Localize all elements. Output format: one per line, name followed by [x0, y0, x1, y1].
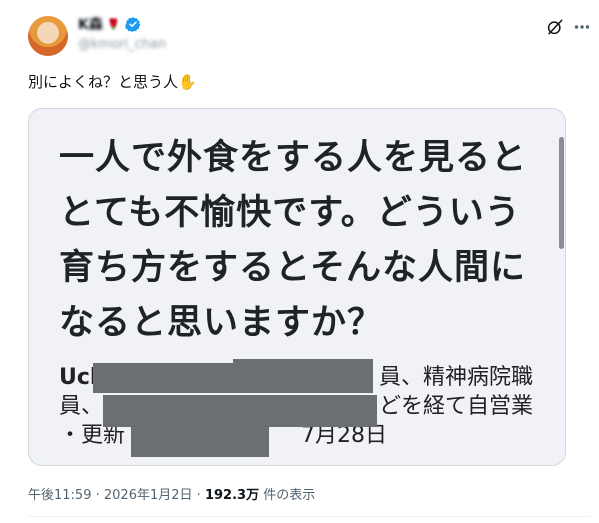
- card-headline: 一人で外食をする人を見ると とても不愉快です。どういう 育ち方をするとそんな人間…: [59, 131, 559, 351]
- rose-emoji: 🌹: [106, 17, 121, 31]
- post-time[interactable]: 午後11:59: [28, 488, 91, 503]
- author-handle[interactable]: @kmori_chan: [78, 37, 166, 52]
- view-count: 192.3万: [204, 488, 260, 503]
- card-scrollbar[interactable]: [559, 137, 564, 249]
- grok-icon[interactable]: [546, 18, 564, 36]
- headline-line: なると思いますか？: [59, 303, 384, 343]
- redaction-block: [131, 423, 269, 457]
- tweet-meta: 午後11:59 · 2026年1月2日 · 192.3万 件の表示: [28, 484, 315, 503]
- author-name-row[interactable]: K森 🌹: [78, 14, 141, 34]
- avatar[interactable]: [28, 16, 68, 56]
- embedded-image-card[interactable]: 一人で外食をする人を見ると とても不愉快です。どういう 育ち方をするとそんな人間…: [28, 108, 566, 466]
- view-count-label: 件の表示: [263, 488, 316, 503]
- headline-line: 一人で外食をする人を見ると: [59, 138, 528, 178]
- separator-dot: ·: [196, 488, 201, 503]
- tweet-body: 別によくね？と思う人: [28, 73, 179, 91]
- tweet: K森 🌹 @kmori_chan 別によくね？と思う人✋ 一人で外食をする人を見…: [0, 0, 599, 523]
- post-date[interactable]: 2026年1月2日: [104, 488, 193, 503]
- display-name[interactable]: K森: [78, 14, 103, 34]
- sub-fragment: Ucl: [59, 365, 98, 390]
- sub-fragment: どを経て自営業: [379, 394, 534, 419]
- more-options-icon[interactable]: [574, 18, 590, 36]
- sub-fragment: 員、精神病院職: [379, 365, 534, 390]
- headline-line: とても不愉快です。どういう: [59, 193, 521, 233]
- verified-badge-icon: [124, 17, 140, 32]
- headline-line: 育ち方をするとそんな人間に: [59, 248, 526, 288]
- tweet-text: 別によくね？と思う人✋: [28, 72, 197, 92]
- raised-hand-emoji: ✋: [178, 73, 197, 91]
- redaction-block: [93, 363, 233, 393]
- redaction-block: [233, 359, 373, 393]
- divider: [28, 516, 590, 517]
- separator-dot: ·: [95, 488, 100, 503]
- sub-fragment: 員、: [59, 394, 104, 419]
